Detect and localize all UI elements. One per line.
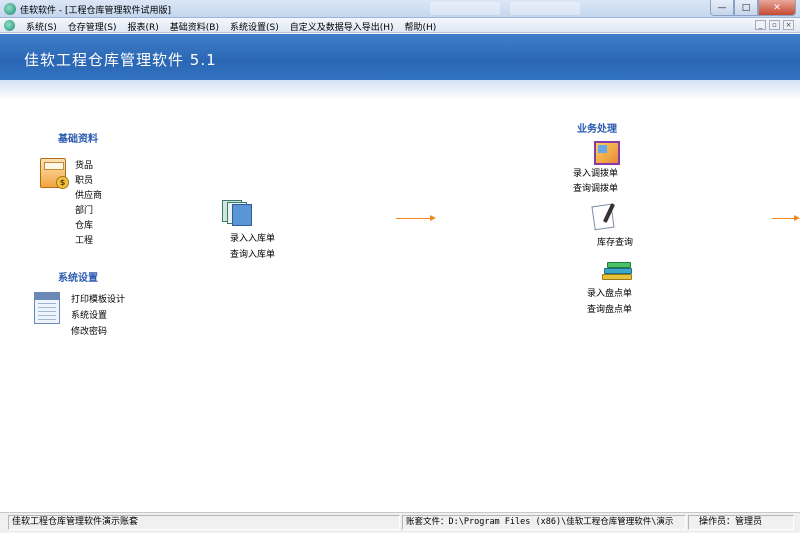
business-title: 业务处理 <box>577 124 617 135</box>
menu-items: 系统(S) 仓存管理(S) 报表(R) 基础资料(B) 系统设置(S) 自定义及… <box>20 20 441 33</box>
mdi-restore-button[interactable]: ▫ <box>769 20 780 30</box>
link-goods[interactable]: 货品 <box>75 158 93 171</box>
maximize-button[interactable]: □ <box>734 0 758 16</box>
coin-icon: $ <box>56 176 69 189</box>
app-banner: 佳软工程仓库管理软件 5.1 <box>0 34 800 80</box>
titlebar-reflection <box>430 2 500 15</box>
books-stack-icon[interactable] <box>600 260 634 282</box>
link-system-settings[interactable]: 系统设置 <box>71 308 107 321</box>
window-titlebar[interactable]: 佳软软件 - [工程仓库管理软件试用版] — □ ✕ <box>0 0 800 18</box>
system-settings-title: 系统设置 <box>58 273 98 284</box>
menu-help[interactable]: 帮助(H) <box>399 20 442 33</box>
form-sheet-icon[interactable] <box>34 292 60 324</box>
banner-fade <box>0 80 800 100</box>
link-enter-stocktake[interactable]: 录入盘点单 <box>587 286 632 299</box>
link-enter-transfer[interactable]: 录入调拨单 <box>573 166 618 179</box>
link-stock-query[interactable]: 库存查询 <box>597 235 633 248</box>
mdi-minimize-button[interactable]: _ <box>755 20 766 30</box>
document-pen-icon[interactable] <box>591 203 619 231</box>
status-account: 佳软工程仓库管理软件演示账套 <box>8 515 400 530</box>
mdi-controls: _ ▫ × <box>755 20 794 30</box>
window-transfer-icon[interactable] <box>594 141 620 165</box>
status-account-file: 账套文件：D:\Program Files (x86)\佳软工程仓库管理软件\演… <box>402 515 686 530</box>
link-departments[interactable]: 部门 <box>75 203 93 216</box>
link-staff[interactable]: 职员 <box>75 173 93 186</box>
window-controls: — □ ✕ <box>710 0 796 16</box>
link-query-inbound[interactable]: 查询入库单 <box>230 247 275 260</box>
stacked-sheets-icon[interactable] <box>222 198 252 226</box>
menu-reports[interactable]: 报表(R) <box>122 20 164 33</box>
flow-arrow-right <box>772 215 800 221</box>
link-print-template[interactable]: 打印模板设计 <box>71 292 125 305</box>
link-suppliers[interactable]: 供应商 <box>75 188 102 201</box>
flow-arrow <box>396 215 436 221</box>
close-button[interactable]: ✕ <box>758 0 796 16</box>
book-bottom <box>602 274 632 280</box>
form-lines <box>38 303 56 321</box>
status-operator: 操作员：管理员 <box>688 515 794 530</box>
status-bar: 佳软工程仓库管理软件演示账套 账套文件：D:\Program Files (x8… <box>0 512 800 533</box>
calculator-coin-icon[interactable]: $ <box>40 158 69 189</box>
link-query-stocktake[interactable]: 查询盘点单 <box>587 302 632 315</box>
menu-basic-data[interactable]: 基础资料(B) <box>164 20 224 33</box>
link-query-transfer[interactable]: 查询调拨单 <box>573 181 618 194</box>
book-middle <box>604 268 632 274</box>
app-logo-icon <box>4 3 16 15</box>
menu-import-export[interactable]: 自定义及数据导入导出(H) <box>284 20 399 33</box>
link-enter-inbound[interactable]: 录入入库单 <box>230 231 275 244</box>
mdi-close-button[interactable]: × <box>783 20 794 30</box>
app-name: 佳软工程仓库管理软件 5.1 <box>24 51 217 69</box>
book-top <box>607 262 631 268</box>
menu-bar: 系统(S) 仓存管理(S) 报表(R) 基础资料(B) 系统设置(S) 自定义及… <box>0 18 800 33</box>
link-projects[interactable]: 工程 <box>75 233 93 246</box>
document-icon[interactable] <box>4 20 15 31</box>
menu-inventory[interactable]: 仓存管理(S) <box>62 20 122 33</box>
link-change-password[interactable]: 修改密码 <box>71 324 107 337</box>
basic-data-title: 基础资料 <box>58 134 98 145</box>
sheet-front <box>232 204 252 226</box>
titlebar-reflection <box>510 2 580 15</box>
link-warehouses[interactable]: 仓库 <box>75 218 93 231</box>
menu-settings[interactable]: 系统设置(S) <box>224 20 284 33</box>
menu-system[interactable]: 系统(S) <box>20 20 62 33</box>
window-title: 佳软软件 - [工程仓库管理软件试用版] <box>20 6 171 16</box>
minimize-button[interactable]: — <box>710 0 734 16</box>
